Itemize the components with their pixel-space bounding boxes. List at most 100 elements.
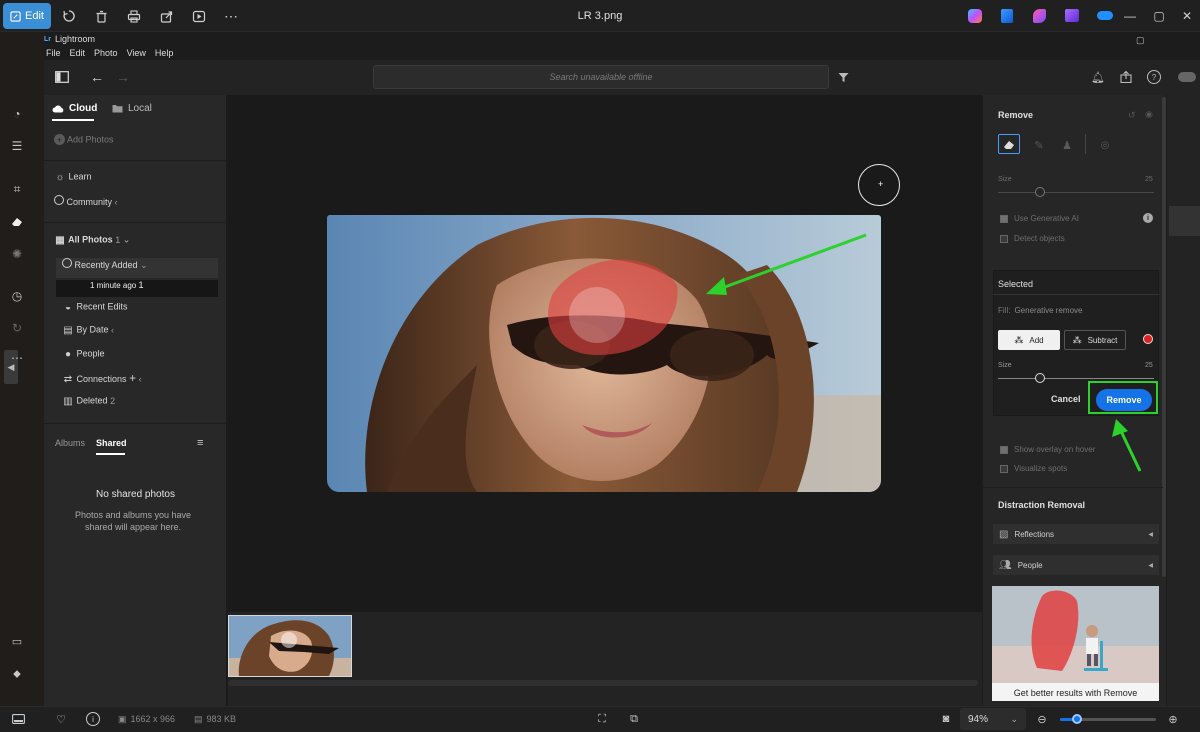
people-row[interactable]: 👥︎ People ◀: [993, 555, 1159, 575]
folder-icon: [112, 105, 123, 113]
use-gen-ai-label: Use Generative AI: [1014, 214, 1079, 223]
nav-all-photos[interactable]: ▦ All Photos 1 ⌄: [54, 234, 219, 254]
nav-by-date[interactable]: ▤ By Date ‹: [62, 324, 219, 344]
rotate-icon[interactable]: [59, 6, 79, 26]
detect-objects-checkbox[interactable]: Detect objects: [1000, 234, 1065, 243]
share-icon[interactable]: [156, 6, 176, 26]
tag-icon[interactable]: ⬥: [8, 665, 26, 683]
eraser-icon[interactable]: [8, 212, 26, 230]
remove-button[interactable]: Remove: [1096, 389, 1152, 411]
forward-arrow-icon[interactable]: →: [115, 69, 131, 85]
selected-size-slider-knob[interactable]: [1035, 373, 1045, 383]
heal-brush-icon[interactable]: ✎: [1030, 136, 1048, 154]
size-slider-track[interactable]: [998, 192, 1154, 193]
fit-screen-icon[interactable]: ⛶: [595, 712, 609, 726]
slideshow-icon[interactable]: [189, 6, 209, 26]
panel-scrollbar[interactable]: [1162, 97, 1166, 577]
filmstrip-toggle-icon[interactable]: [10, 712, 26, 726]
caret-left-icon: ◀: [1148, 531, 1153, 538]
menu-view[interactable]: View: [127, 48, 146, 58]
filmstrip-scrollbar[interactable]: [228, 680, 978, 686]
close-icon[interactable]: ✕: [1178, 7, 1196, 25]
zoom-out-icon[interactable]: ⊖: [1035, 712, 1049, 726]
adjust-sliders-icon[interactable]: ☰: [8, 137, 26, 155]
clone-stamp-icon[interactable]: ♟: [1058, 136, 1076, 154]
cloud-status-icon[interactable]: [1178, 72, 1196, 82]
size-value: 25: [1145, 176, 1153, 183]
add-button[interactable]: ⁂ Add: [998, 330, 1060, 350]
print-icon[interactable]: [124, 6, 144, 26]
overlay-color-swatch[interactable]: [1143, 334, 1153, 344]
tab-cloud[interactable]: Cloud: [52, 103, 97, 114]
visualize-icon[interactable]: ◎: [1096, 136, 1114, 154]
more-options-icon[interactable]: ⋯: [8, 349, 26, 367]
nav-deleted-label: Deleted: [76, 395, 108, 406]
export-icon[interactable]: [1119, 70, 1133, 84]
tab-shared[interactable]: Shared: [96, 438, 127, 448]
sort-icon[interactable]: ≡: [197, 437, 203, 449]
filter-icon[interactable]: [836, 70, 850, 84]
compare-icon[interactable]: ⧉: [627, 712, 641, 726]
nav-community[interactable]: Community ‹: [54, 195, 219, 215]
zoom-dropdown[interactable]: 94% ⌄: [960, 708, 1026, 730]
history-icon[interactable]: ◷: [8, 287, 26, 305]
notifications-icon[interactable]: 🔔︎: [1091, 70, 1105, 84]
nav-deleted[interactable]: ▥ Deleted 2: [62, 395, 219, 415]
reset-icon[interactable]: ↺: [1128, 110, 1136, 121]
comments-icon[interactable]: ▭: [8, 632, 26, 650]
show-overlay-checkbox[interactable]: Show overlay on hover: [1000, 445, 1095, 454]
crop-icon[interactable]: ⌗: [8, 180, 26, 198]
nav-recent-edits-label: Recent Edits: [76, 301, 128, 312]
cloud-icon: [52, 105, 64, 113]
lr-window-restore-icon[interactable]: ▢: [1136, 35, 1145, 46]
tab-albums[interactable]: Albums: [55, 438, 85, 448]
zoom-in-icon[interactable]: ⊕: [1166, 712, 1180, 726]
person-icon: ●: [64, 348, 72, 360]
nav-people[interactable]: ● People: [62, 348, 227, 368]
versions-icon[interactable]: ↻: [8, 319, 26, 337]
nav-recent-edits[interactable]: ◒ Recent Edits: [62, 301, 227, 321]
copilot-icon[interactable]: [968, 9, 982, 23]
fill-value[interactable]: Generative remove: [1014, 306, 1082, 315]
designer-icon[interactable]: [1001, 9, 1013, 23]
menu-help[interactable]: Help: [155, 48, 174, 58]
edit-button[interactable]: Edit: [3, 3, 51, 29]
onedrive-icon[interactable]: [1097, 11, 1113, 20]
minimize-icon[interactable]: —: [1121, 7, 1139, 25]
cancel-button[interactable]: Cancel: [1051, 394, 1081, 404]
use-gen-ai-checkbox[interactable]: Use Generative AI: [1000, 214, 1079, 223]
add-connection-icon[interactable]: +: [129, 371, 136, 385]
reflections-row[interactable]: ▧ Reflections ◀: [993, 524, 1159, 544]
add-photos-button[interactable]: + Add Photos: [54, 134, 219, 154]
tab-local[interactable]: Local: [112, 103, 152, 114]
subtract-button[interactable]: ⁂ Subtract: [1064, 330, 1126, 350]
file-info-icon[interactable]: i: [86, 712, 100, 726]
size-slider-knob[interactable]: [1035, 187, 1045, 197]
info-icon[interactable]: i: [1143, 213, 1153, 223]
menu-file[interactable]: File: [46, 48, 61, 58]
panel-toggle-icon[interactable]: [54, 69, 70, 85]
eraser-tool-icon[interactable]: [998, 134, 1020, 154]
help-icon[interactable]: ?: [1147, 70, 1161, 84]
photos-app-icon[interactable]: [1065, 9, 1079, 22]
selected-size-slider-track[interactable]: [998, 378, 1154, 379]
delete-icon[interactable]: [91, 6, 111, 26]
presets-icon[interactable]: ◔: [8, 105, 26, 123]
visibility-icon[interactable]: ◉: [1145, 109, 1153, 120]
nav-learn[interactable]: ☼ Learn: [54, 171, 219, 191]
nav-one-minute-ago[interactable]: 1 minute ago 1: [56, 280, 218, 297]
menu-edit[interactable]: Edit: [70, 48, 86, 58]
menu-photo[interactable]: Photo: [94, 48, 118, 58]
masking-icon[interactable]: ✺: [8, 245, 26, 263]
more-icon[interactable]: ⋯: [221, 6, 241, 26]
actual-size-icon[interactable]: ◙: [939, 712, 953, 726]
favorite-heart-icon[interactable]: ♡: [54, 712, 68, 726]
nav-recently-added[interactable]: Recently Added ⌄: [56, 258, 218, 278]
visualize-spots-checkbox[interactable]: Visualize spots: [1000, 464, 1067, 473]
promo-card[interactable]: Get better results with Remove: [992, 586, 1159, 701]
maximize-icon[interactable]: ▢: [1150, 7, 1168, 25]
filmstrip-thumbnail[interactable]: [228, 615, 352, 677]
search-input[interactable]: Search unavailable offline: [373, 65, 829, 89]
back-arrow-icon[interactable]: ←: [89, 69, 105, 85]
nav-connections[interactable]: ⇄ Connections + ‹: [62, 371, 219, 391]
